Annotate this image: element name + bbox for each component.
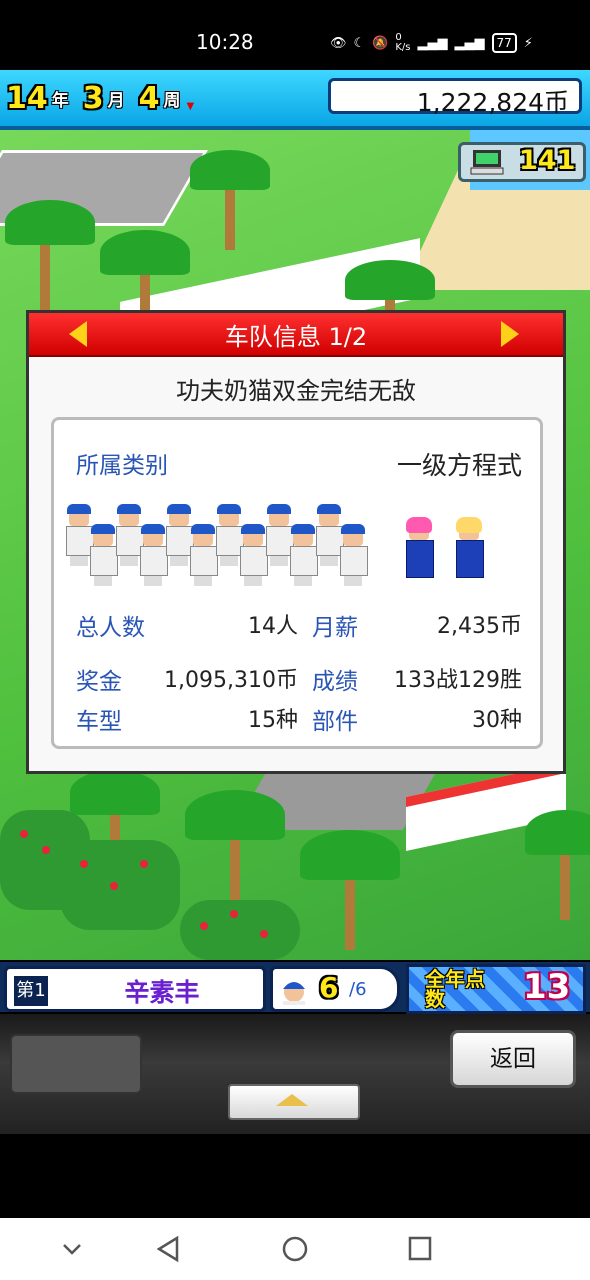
signal-icon: ▂▄▆: [417, 35, 448, 51]
stat-label-prize: 奖金: [76, 669, 122, 695]
team-stats-panel: 所属类别 一级方程式 总人数 14人 月薪 2,435币 奖金 1,095,31…: [51, 417, 543, 749]
points-label: 全年点数: [425, 967, 485, 1011]
stat-value-parts: 30种: [472, 708, 522, 733]
flower: [80, 860, 88, 868]
stat-value-salary: 2,435币: [437, 614, 522, 639]
week-unit: 周: [163, 90, 181, 111]
week-value: 4: [138, 80, 160, 116]
flower: [230, 910, 238, 918]
points-value: 13: [523, 967, 571, 1007]
crew-sprites: [64, 504, 368, 588]
stat-label-parts: 部件: [312, 709, 358, 735]
dropdown-arrow-icon: ▼: [186, 100, 195, 112]
driver-sprites: [404, 517, 494, 594]
flower: [110, 882, 118, 890]
flower: [200, 922, 208, 930]
stat-value-total: 14人: [248, 614, 298, 639]
black-spacer: [0, 1134, 590, 1218]
staff-current: 6: [319, 971, 339, 1004]
team-info-dialog: 车队信息 1/2 功夫奶猫双金完结无敌 所属类别 一级方程式 总人数 14人 月…: [26, 310, 566, 774]
flower: [140, 860, 148, 868]
computer-icon: [469, 149, 505, 175]
month-unit: 月: [107, 90, 125, 111]
money-value: 1,222,824币: [416, 88, 569, 117]
stat-label-record: 成绩: [312, 669, 358, 695]
stat-label-cartype: 车型: [76, 709, 122, 735]
driver-sprite: [404, 517, 434, 580]
category-value: 一级方程式: [396, 451, 522, 480]
stat-value-cartype: 15种: [248, 708, 298, 733]
palm-tree-leaves: [300, 830, 400, 880]
stat-value-prize: 1,095,310币: [164, 668, 298, 693]
signal-4g-icon: ▂▄▆: [454, 35, 485, 51]
pc-counter[interactable]: 141: [458, 142, 586, 182]
net-speed: 0 K/s: [395, 32, 411, 53]
stat-label-salary: 月薪: [312, 615, 358, 641]
year-unit: 年: [51, 90, 69, 111]
rank-badge: 第1: [13, 975, 49, 1007]
team-name: 功夫奶猫双金完结无敌: [176, 377, 416, 405]
eye-icon: 👁: [330, 35, 347, 51]
stat-value-record: 133战129胜: [394, 668, 522, 693]
empty-slot: [10, 1034, 142, 1094]
status-icons: 👁 ☾ 🔕 0 K/s ▂▄▆ ▂▄▆ 77 ⚡: [330, 30, 570, 56]
battery-icon: 77: [491, 33, 517, 53]
dialog-title: 车队信息 1/2: [224, 323, 368, 351]
palm-tree-leaves: [185, 790, 285, 840]
palm-tree-leaves: [190, 150, 270, 190]
moon-icon: ☾: [353, 35, 366, 51]
palm-tree-leaves: [100, 230, 190, 275]
next-page-icon[interactable]: [501, 321, 519, 347]
palm-tree-leaves: [345, 260, 435, 300]
game-date[interactable]: 14 年 3 月 4 周 ▼: [6, 78, 194, 118]
staff-head-icon: [279, 975, 309, 1005]
category-label: 所属类别: [76, 453, 168, 479]
expand-menu-button[interactable]: [228, 1084, 360, 1120]
chevron-up-icon: [276, 1094, 308, 1106]
driver-sprite: [454, 517, 484, 580]
palm-tree-leaves: [5, 200, 95, 245]
crew-member-sprite: [338, 524, 368, 586]
month-value: 3: [82, 80, 104, 116]
dialog-header: 车队信息 1/2: [29, 313, 563, 357]
status-time: 10:28: [196, 30, 254, 54]
counter-value: 141: [519, 145, 576, 176]
back-nav-icon[interactable]: [148, 1230, 188, 1268]
recents-nav-icon[interactable]: [400, 1230, 440, 1268]
staff-total: /6: [349, 979, 367, 1000]
flower: [260, 930, 268, 938]
home-nav-icon[interactable]: [275, 1230, 315, 1268]
palm-tree-leaves: [70, 770, 160, 815]
chevron-down-icon[interactable]: [52, 1230, 92, 1268]
back-button[interactable]: 返回: [450, 1030, 576, 1088]
rank-display[interactable]: 第1 辛素丰: [4, 966, 266, 1012]
bell-off-icon: 🔕: [372, 35, 389, 51]
charging-icon: ⚡: [523, 35, 533, 51]
flower: [42, 846, 50, 854]
flower: [20, 830, 28, 838]
bush: [60, 840, 180, 930]
bush: [180, 900, 300, 960]
staff-count[interactable]: 6 /6: [270, 966, 400, 1012]
annual-points[interactable]: 全年点数 13: [406, 964, 586, 1014]
palm-tree-leaves: [525, 810, 590, 855]
money-display: 1,222,824币: [328, 78, 582, 117]
year-value: 14: [6, 80, 48, 116]
stat-label-total: 总人数: [76, 615, 145, 641]
rank-name: 辛素丰: [124, 978, 200, 1007]
